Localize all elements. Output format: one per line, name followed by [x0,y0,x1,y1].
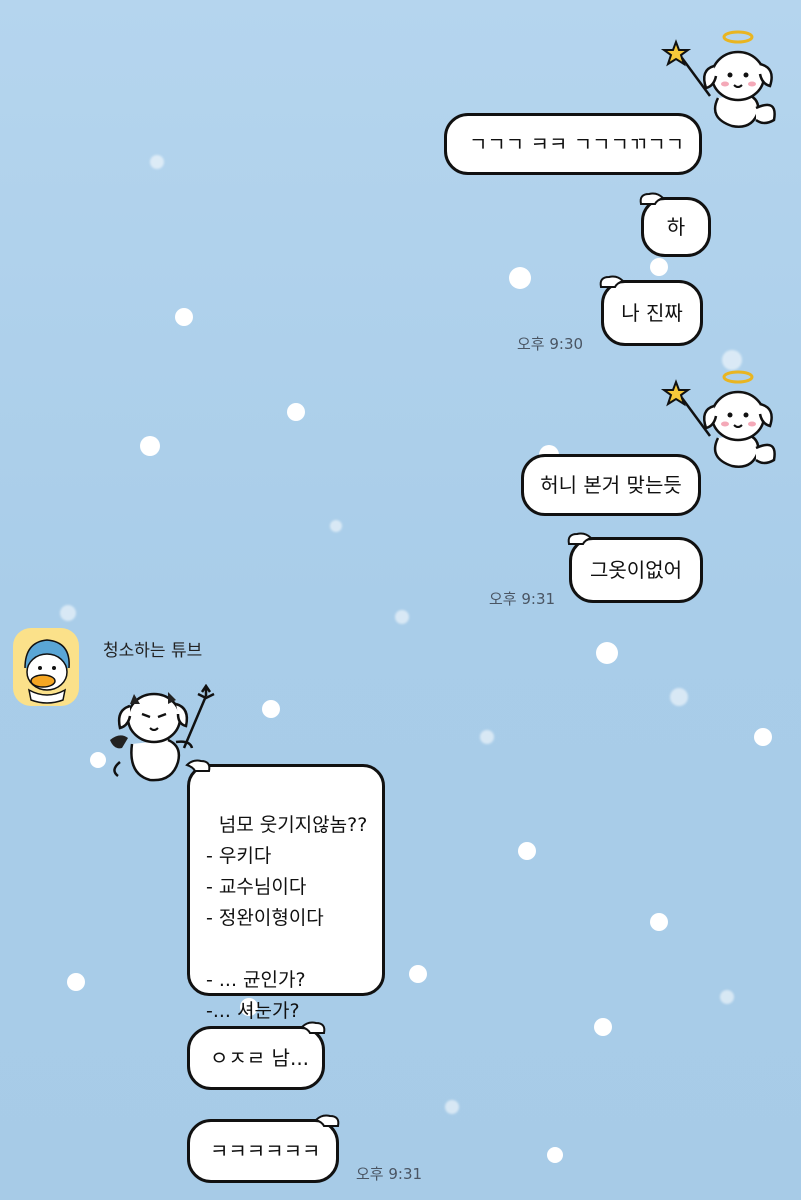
snow-dot [722,350,742,370]
snow-dot [518,842,536,860]
snow-dot [547,1147,563,1163]
snow-dot [90,752,106,768]
snow-dot [262,700,280,718]
snow-dot [150,155,164,169]
received-message-bubble[interactable]: 넘모 웃기지않놈?? - 우키다 - 교수님이다 - 정완이형이다 - ... … [187,764,385,1022]
snow-dot [287,403,305,421]
snow-dot [395,610,409,624]
snow-dot [140,436,160,456]
snow-dot [480,730,494,744]
message-text: 그옷이없어 [590,558,682,582]
snow-dot [330,520,342,532]
wing-icon [639,192,665,205]
snow-dot [596,642,618,664]
snow-dot [650,913,668,931]
message-text: 하 [666,215,686,239]
message-timestamp: 오후 9:30 [517,335,584,353]
message-text: 넘모 웃기지않놈?? - 우키다 - 교수님이다 - 정완이형이다 - ... … [206,814,368,1022]
tube-duck-avatar-icon [24,639,70,704]
wing-icon [567,532,593,545]
message-timestamp: 오후 9:31 [356,1165,423,1183]
snow-dot [509,267,531,289]
message-timestamp: 오후 9:31 [489,590,556,608]
snow-dot [650,258,668,276]
snow-dot [60,605,76,621]
message-text: 허니 본거 맞는듯 [540,473,682,497]
sent-message-bubble[interactable]: ㄱㄱㄱ ㅋㅋ ㄱㄱㄱㄲㄱㄱ [444,113,702,175]
wing-icon [599,275,625,288]
wing-icon [314,1114,340,1127]
sent-message-bubble[interactable]: 허니 본거 맞는듯 [521,454,701,516]
snow-dot [720,990,734,1004]
snow-dot [594,1018,612,1036]
sender-name: 청소하는 튜브 [103,641,203,661]
wing-icon [185,759,211,772]
snow-dot [670,688,688,706]
snow-dot [754,728,772,746]
snow-dot [409,965,427,983]
snow-dot [175,308,193,326]
message-text: 나 진짜 [621,301,683,325]
message-text: ㅇㅈㄹ 남... [210,1046,310,1070]
message-text: ㅋㅋㅋㅋㅋㅋ [210,1139,321,1163]
message-text: ㄱㄱㄱ ㅋㅋ ㄱㄱㄱㄲㄱㄱ [469,132,685,156]
wing-icon [300,1021,326,1034]
snow-dot [67,973,85,991]
avatar[interactable] [13,628,79,706]
snow-dot [445,1100,459,1114]
